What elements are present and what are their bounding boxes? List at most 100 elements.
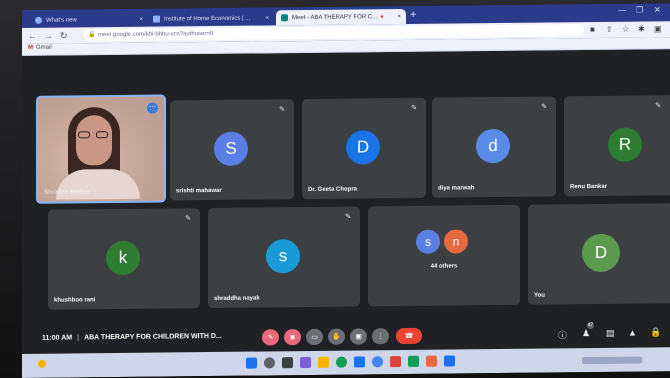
app-icon[interactable]: [444, 355, 455, 367]
mic-off-icon: ✎: [279, 106, 285, 114]
bookmark-label: Gmail: [36, 44, 52, 51]
edge-icon[interactable]: [336, 356, 347, 368]
tab-institute[interactable]: Institute of Home Economics | ... ×: [148, 10, 274, 26]
app-icon[interactable]: [426, 355, 437, 367]
video-face: [76, 115, 112, 166]
chat-app-icon[interactable]: [300, 356, 311, 369]
separator: |: [77, 334, 80, 342]
participant-tile[interactable]: ✎ S srishti mahawar: [170, 99, 294, 201]
leave-call-button[interactable]: ☎: [396, 327, 422, 345]
self-video-tile[interactable]: ⋯ Shradha Mathur: [36, 94, 166, 204]
mic-off-icon: ✎: [411, 104, 417, 112]
participant-name: Shradha Mathur: [44, 189, 90, 196]
people-button[interactable]: ♟ 47: [582, 322, 594, 339]
tab-meet[interactable]: Meet - ABA THERAPY FOR C... ● ×: [276, 8, 406, 26]
store-icon[interactable]: [354, 356, 365, 368]
participant-tile[interactable]: ✎ k khushboo rani: [48, 208, 200, 310]
video-glasses: [78, 131, 110, 139]
tab-title: Institute of Home Economics | ...: [164, 15, 251, 23]
participant-tile[interactable]: ✎ R Renu Bankar: [564, 95, 670, 197]
screen: What's new × Institute of Home Economics…: [22, 3, 670, 378]
close-window-icon[interactable]: ✕: [654, 5, 661, 14]
bookmark-gmail[interactable]: M Gmail: [28, 45, 52, 51]
avatar: D: [582, 233, 620, 273]
avatar: k: [106, 240, 140, 276]
participant-name: khushboo rani: [54, 297, 96, 304]
meeting-title: ABA THERAPY FOR CHILDREN WITH D...: [84, 332, 222, 342]
avatar: d: [476, 128, 510, 164]
participant-tile[interactable]: ✎ D Dr. Geeta Chopra: [302, 97, 426, 200]
participants-badge: 47: [587, 322, 594, 330]
mic-off-icon: ✎: [185, 215, 191, 223]
captions-button[interactable]: ▭: [306, 328, 323, 346]
star-icon[interactable]: ☆: [622, 24, 629, 36]
others-tile[interactable]: s n 44 others: [368, 204, 520, 307]
participant-name: You: [534, 292, 545, 299]
participant-tile[interactable]: ✎ d diya marwah: [432, 96, 556, 198]
participant-name: shraddha nayak: [214, 295, 260, 302]
close-tab-icon[interactable]: ×: [262, 15, 269, 21]
close-tab-icon[interactable]: ×: [394, 14, 401, 20]
lock-icon: 🔒: [88, 32, 96, 39]
system-tray[interactable]: [582, 356, 642, 365]
new-tab-button[interactable]: +: [410, 9, 416, 22]
participant-tile[interactable]: ✎ s shraddha nayak: [208, 206, 360, 309]
avatar: D: [346, 130, 380, 165]
people-icon: ♟: [582, 328, 591, 339]
mic-off-icon: ✎: [655, 102, 661, 110]
tab-whats-new[interactable]: What's new ×: [30, 12, 148, 28]
forward-icon[interactable]: →: [44, 30, 53, 42]
camera-toggle-button[interactable]: ◙: [284, 329, 301, 346]
meet-icon: [281, 14, 288, 22]
avatar: s: [416, 229, 440, 254]
mic-toggle-button[interactable]: ✎: [262, 329, 279, 346]
chrome-taskbar-icon[interactable]: [372, 356, 383, 368]
app-icon[interactable]: [408, 355, 419, 367]
participant-name: Dr. Geeta Chopra: [308, 186, 358, 194]
back-icon[interactable]: ←: [28, 30, 37, 42]
mic-off-icon: ✎: [267, 334, 274, 342]
hangup-icon: ☎: [404, 332, 414, 340]
reload-icon[interactable]: ↻: [60, 30, 68, 42]
more-options-button[interactable]: ⋮: [372, 328, 389, 345]
task-view-icon[interactable]: [282, 357, 293, 369]
start-icon[interactable]: [246, 357, 257, 369]
gmail-icon: M: [28, 44, 33, 51]
lock-icon[interactable]: 🔒: [650, 327, 661, 338]
participant-name: srishti mahawar: [176, 187, 222, 195]
camera-icon[interactable]: ■: [590, 24, 595, 36]
page-icon: [153, 15, 160, 23]
avatar: S: [214, 131, 248, 166]
present-button[interactable]: ▣: [350, 328, 367, 345]
captions-icon: ▭: [311, 333, 318, 341]
extensions-icon[interactable]: ✱: [638, 23, 645, 35]
present-icon: ▣: [355, 333, 362, 341]
avatar: n: [444, 229, 468, 254]
file-explorer-icon[interactable]: [318, 356, 329, 368]
url-text: meet.google.com/kbi-bhbu-vcs?authuser=0: [98, 30, 214, 39]
close-tab-icon[interactable]: ×: [136, 16, 143, 22]
app-icon[interactable]: [390, 356, 401, 368]
more-options-icon[interactable]: ⋯: [147, 102, 158, 114]
participant-name: diya marwah: [438, 185, 475, 192]
raise-hand-button[interactable]: ✋: [328, 328, 345, 345]
camera-off-icon: ◙: [290, 333, 295, 341]
info-icon[interactable]: ⓘ: [558, 328, 567, 341]
search-icon[interactable]: [264, 357, 275, 369]
chrome-icon: [35, 16, 42, 24]
meeting-time: 11:00 AM: [42, 334, 73, 342]
tab-title: Meet - ABA THERAPY FOR C...: [292, 13, 378, 21]
participant-name: Renu Bankar: [570, 183, 608, 191]
share-icon[interactable]: ⇪: [606, 24, 613, 36]
profile-icon[interactable]: ▣: [654, 23, 662, 35]
weather-widget[interactable]: [38, 359, 46, 370]
activities-icon[interactable]: ▲: [628, 328, 637, 338]
more-vert-icon: ⋮: [377, 333, 384, 341]
chat-icon[interactable]: ▤: [606, 328, 615, 339]
maximize-icon[interactable]: ❐: [636, 5, 643, 14]
hand-icon: ✋: [332, 333, 341, 341]
self-tile[interactable]: D You: [528, 203, 670, 305]
sun-icon: [38, 359, 46, 368]
mic-off-icon: ✎: [541, 103, 547, 111]
minimize-icon[interactable]: —: [618, 6, 626, 15]
